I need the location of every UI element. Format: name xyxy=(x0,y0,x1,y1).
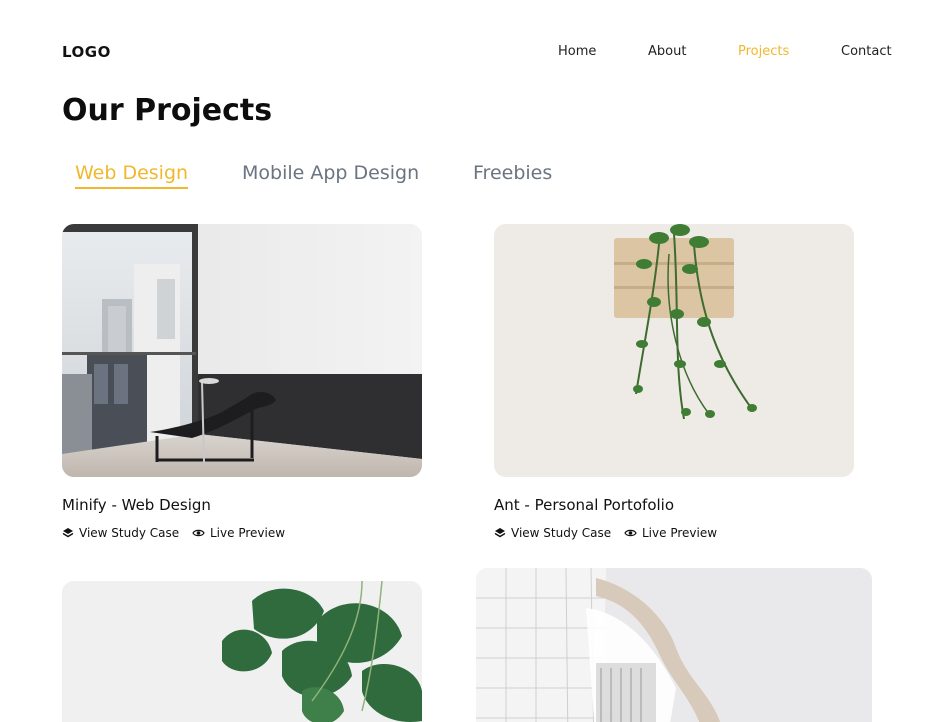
hanging-ivy-plant-photo xyxy=(494,224,854,477)
nav-home[interactable]: Home xyxy=(558,44,596,59)
project-image-architecture[interactable] xyxy=(476,568,872,722)
monstera-plant-photo xyxy=(62,581,422,722)
tab-freebies[interactable]: Freebies xyxy=(473,162,552,187)
nav-about[interactable]: About xyxy=(648,44,686,59)
curved-architecture-photo xyxy=(476,568,872,722)
page: LOGO Home About Projects Contact Our Pro… xyxy=(0,0,936,722)
project-image-monstera[interactable] xyxy=(62,581,422,722)
live-preview-label: Live Preview xyxy=(210,526,286,540)
project-image-plant[interactable] xyxy=(494,224,854,477)
layers-icon xyxy=(62,527,74,539)
live-preview-link[interactable]: Live Preview xyxy=(624,526,717,540)
view-study-case-link[interactable]: View Study Case xyxy=(494,526,611,540)
interior-lounge-chair-photo xyxy=(62,224,422,477)
view-study-case-link[interactable]: View Study Case xyxy=(62,526,179,540)
main-nav: Home About Projects Contact xyxy=(0,44,936,62)
eye-icon xyxy=(624,527,637,539)
nav-projects[interactable]: Projects xyxy=(738,44,789,59)
project-tabs: Web Design Mobile App Design Freebies xyxy=(0,162,936,194)
live-preview-label: Live Preview xyxy=(642,526,718,540)
project-title[interactable]: Minify - Web Design xyxy=(62,496,211,514)
layers-icon xyxy=(494,527,506,539)
view-study-case-label: View Study Case xyxy=(79,526,180,540)
page-title: Our Projects xyxy=(62,93,273,128)
view-study-case-label: View Study Case xyxy=(511,526,612,540)
project-title[interactable]: Ant - Personal Portofolio xyxy=(494,496,674,514)
eye-icon xyxy=(192,527,205,539)
project-image-interior[interactable] xyxy=(62,224,422,477)
tab-mobile-app-design[interactable]: Mobile App Design xyxy=(242,162,419,187)
nav-contact[interactable]: Contact xyxy=(841,44,892,59)
tab-web-design[interactable]: Web Design xyxy=(75,162,189,189)
live-preview-link[interactable]: Live Preview xyxy=(192,526,285,540)
